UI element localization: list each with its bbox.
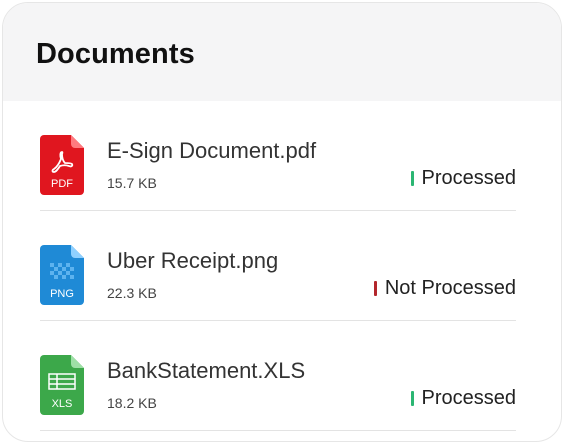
status-label: Processed <box>421 167 517 189</box>
status-indicator <box>410 391 414 406</box>
status-indicator <box>373 281 377 296</box>
file-type-label: XLS <box>52 398 73 410</box>
document-name[interactable]: BankStatement.XLS <box>107 358 305 384</box>
status-badge: Processed <box>410 387 517 410</box>
document-row[interactable]: PDF E-Sign Document.pdf 15.7 KB Processe… <box>3 101 561 211</box>
page-title: Documents <box>36 38 195 70</box>
document-size: 18.2 KB <box>107 395 157 411</box>
document-row[interactable]: PNG Uber Receipt.png 22.3 KB Not Process… <box>3 211 561 321</box>
document-name[interactable]: E-Sign Document.pdf <box>107 138 316 164</box>
status-label: Not Processed <box>384 277 516 299</box>
file-type-label: PDF <box>51 178 73 190</box>
documents-card: Documents PDF E-Sign Document.pdf 15.7 K… <box>2 2 562 442</box>
divider <box>40 430 516 431</box>
xls-file-icon: XLS <box>40 355 84 415</box>
document-name[interactable]: Uber Receipt.png <box>107 248 278 274</box>
card-header: Documents <box>3 3 561 101</box>
status-label: Processed <box>421 387 517 409</box>
document-size: 22.3 KB <box>107 285 157 301</box>
file-type-label: PNG <box>50 288 74 300</box>
document-row[interactable]: XLS BankStatement.XLS 18.2 KB Processed <box>3 321 561 431</box>
pdf-file-icon: PDF <box>40 135 84 195</box>
status-indicator <box>410 171 414 186</box>
status-badge: Not Processed <box>373 277 516 300</box>
png-file-icon: PNG <box>40 245 84 305</box>
document-size: 15.7 KB <box>107 175 157 191</box>
status-badge: Processed <box>410 167 517 190</box>
